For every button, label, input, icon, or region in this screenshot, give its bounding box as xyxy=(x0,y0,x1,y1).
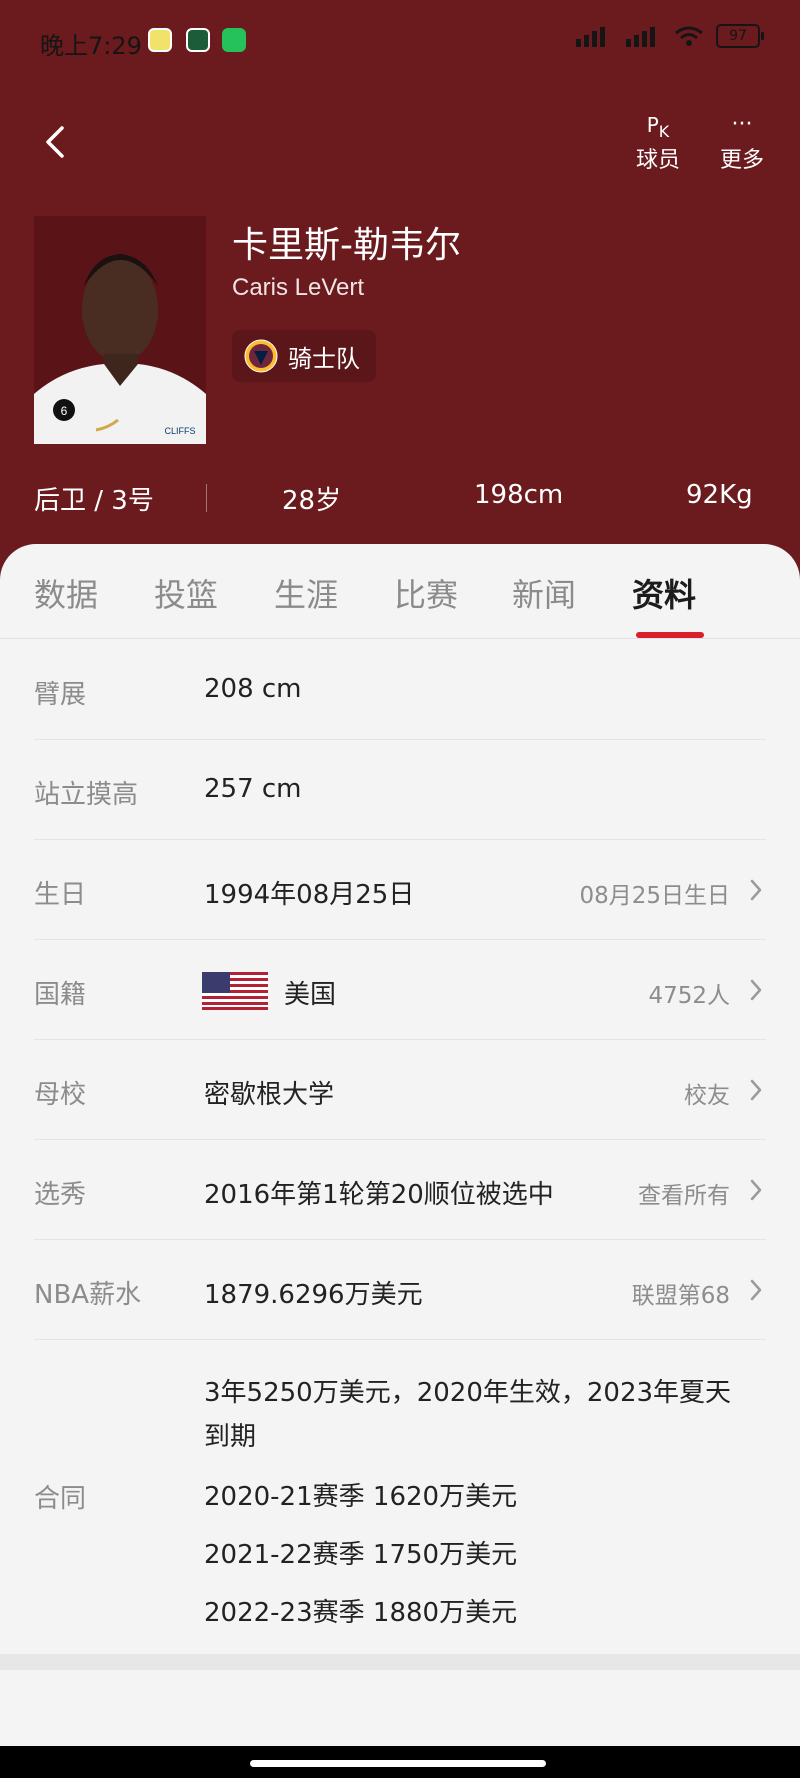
contract-season: 2021-22赛季 1750万美元 xyxy=(204,1540,518,1570)
player-header: 晚上7:29 97 PK 球员 ··· 更多 6 CLIFFS 卡里斯-勒韦尔 … xyxy=(0,0,800,580)
tab-news[interactable]: 新闻 xyxy=(512,570,576,616)
wifi-icon xyxy=(675,26,703,46)
status-right: 97 xyxy=(574,24,764,48)
row-link-text: 4752人 xyxy=(648,983,730,1009)
stats-divider xyxy=(206,484,207,512)
row-divider xyxy=(34,1339,766,1340)
stat-height: 198cm xyxy=(474,480,564,510)
contract-season: 2020-21赛季 1620万美元 xyxy=(204,1482,518,1512)
row-label: 国籍 xyxy=(34,980,87,1010)
row-college[interactable]: 母校 密歇根大学 校友 xyxy=(0,1040,800,1140)
tab-career[interactable]: 生涯 xyxy=(274,570,338,616)
row-value: 257 cm xyxy=(204,774,302,804)
row-label: 选秀 xyxy=(34,1180,87,1210)
player-name-cn: 卡里斯-勒韦尔 xyxy=(232,225,461,266)
team-chip[interactable]: 骑士队 xyxy=(232,330,376,382)
app-notification-icon xyxy=(148,28,172,52)
row-value: 美国 xyxy=(284,980,337,1010)
signal-icon xyxy=(626,27,655,47)
row-label: 臂展 xyxy=(34,680,87,710)
row-value: 1879.6296万美元 xyxy=(204,1280,423,1310)
contract-summary: 3年5250万美元，2020年生效，2023年夏天 xyxy=(204,1378,732,1408)
chevron-right-icon xyxy=(750,979,762,1001)
player-stats-row: 后卫 / 3号 28岁 198cm 92Kg xyxy=(0,470,800,520)
tab-profile[interactable]: 资料 xyxy=(632,570,696,616)
contract-season: 2022-23赛季 1880万美元 xyxy=(204,1598,518,1628)
stat-weight: 92Kg xyxy=(686,480,753,510)
pk-button[interactable]: PK 球员 xyxy=(618,108,698,174)
tab-bar: 数据 投篮 生涯 比赛 新闻 资料 xyxy=(0,544,800,638)
row-link-text: 查看所有 xyxy=(638,1183,730,1209)
more-button[interactable]: ··· 更多 xyxy=(702,108,782,174)
app-notification-icon xyxy=(186,28,210,52)
contract-summary-cont: 到期 xyxy=(204,1422,257,1452)
stat-position: 后卫 / 3号 xyxy=(34,486,154,516)
row-link-text: 校友 xyxy=(684,1083,730,1109)
row-label: NBA薪水 xyxy=(34,1280,142,1310)
row-value: 密歇根大学 xyxy=(204,1080,335,1110)
tab-shooting[interactable]: 投篮 xyxy=(154,570,218,616)
pk-label: 球员 xyxy=(635,148,680,173)
player-name-en: Caris LeVert xyxy=(232,274,365,301)
battery-indicator: 97 xyxy=(716,24,764,48)
row-value: 2016年第1轮第20顺位被选中 xyxy=(204,1180,554,1210)
more-icon: ··· xyxy=(731,112,753,137)
row-label: 站立摸高 xyxy=(34,780,139,810)
team-logo-icon xyxy=(244,339,278,373)
row-link-text: 08月25日生日 xyxy=(579,883,730,909)
home-indicator[interactable] xyxy=(250,1760,546,1767)
svg-text:6: 6 xyxy=(61,404,68,418)
chevron-right-icon xyxy=(750,1279,762,1301)
row-salary[interactable]: NBA薪水 1879.6296万美元 联盟第68 xyxy=(0,1240,800,1340)
svg-text:CLIFFS: CLIFFS xyxy=(164,426,195,436)
pk-icon: PK xyxy=(646,113,670,141)
stat-age: 28岁 xyxy=(282,486,342,516)
row-nationality[interactable]: 国籍 美国 4752人 xyxy=(0,940,800,1040)
back-icon[interactable] xyxy=(36,120,76,164)
chevron-right-icon xyxy=(750,1079,762,1101)
row-draft[interactable]: 选秀 2016年第1轮第20顺位被选中 查看所有 xyxy=(0,1140,800,1240)
status-time: 晚上7:29 xyxy=(40,32,142,60)
us-flag-icon xyxy=(202,972,268,1010)
signal-icon xyxy=(576,27,605,47)
wechat-icon xyxy=(222,28,246,52)
player-photo: 6 CLIFFS xyxy=(34,216,206,444)
chevron-right-icon xyxy=(750,879,762,901)
contract-label: 合同 xyxy=(34,1484,87,1514)
row-label: 生日 xyxy=(34,880,87,910)
section-separator xyxy=(0,1654,800,1670)
row-wingspan: 臂展 208 cm xyxy=(0,640,800,740)
row-value: 1994年08月25日 xyxy=(204,880,415,910)
row-label: 母校 xyxy=(34,1080,87,1110)
more-label: 更多 xyxy=(719,148,764,173)
team-name: 骑士队 xyxy=(288,344,360,373)
row-value: 208 cm xyxy=(204,674,302,704)
row-birthday[interactable]: 生日 1994年08月25日 08月25日生日 xyxy=(0,840,800,940)
chevron-right-icon xyxy=(750,1179,762,1201)
tab-data[interactable]: 数据 xyxy=(34,570,98,616)
status-bar: 晚上7:29 97 xyxy=(0,0,800,80)
row-link-text: 联盟第68 xyxy=(631,1283,730,1309)
row-standing-reach: 站立摸高 257 cm xyxy=(0,740,800,840)
tab-divider xyxy=(0,638,800,639)
tab-games[interactable]: 比赛 xyxy=(394,570,458,616)
